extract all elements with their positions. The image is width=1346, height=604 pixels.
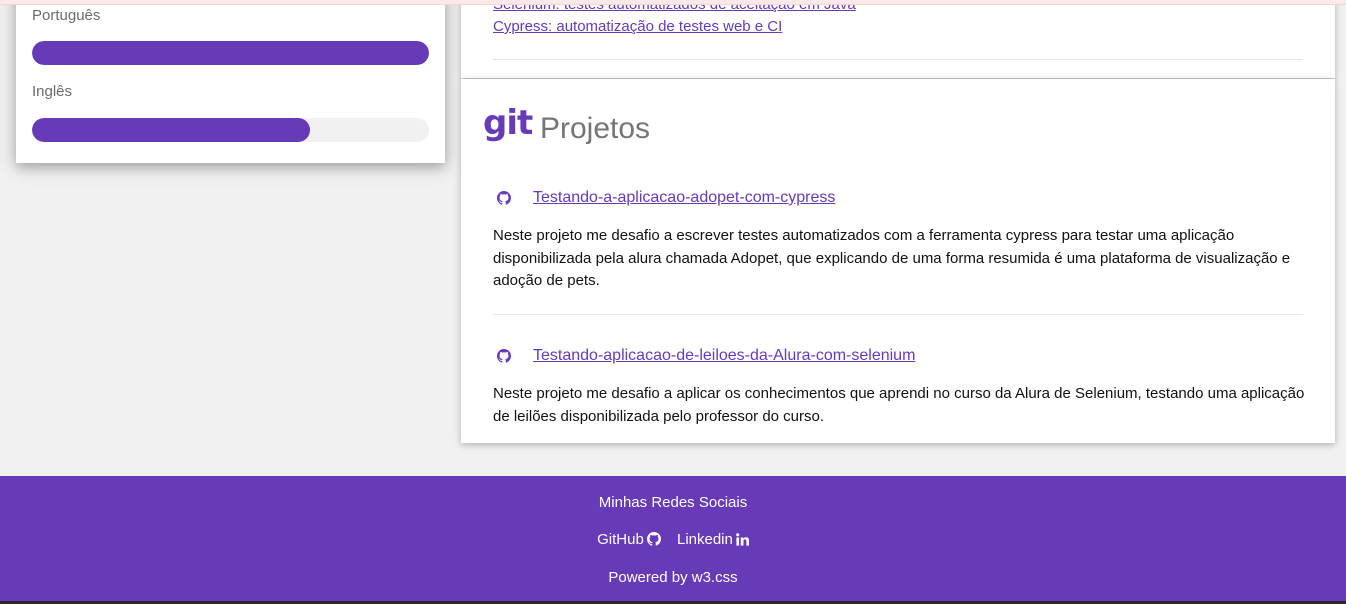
course-link-cypress[interactable]: Cypress: automatização de testes web e C… xyxy=(493,18,782,35)
skill-bar-fill-english xyxy=(32,118,310,142)
powered-by: Powered by w3.css xyxy=(608,569,738,586)
github-link-label: GitHub xyxy=(597,531,644,548)
footer-heading: Minhas Redes Sociais xyxy=(598,494,748,511)
projects-heading: Projetos xyxy=(540,112,651,145)
github-icon xyxy=(497,349,511,363)
divider xyxy=(493,59,1303,60)
project-description-leiloes: Neste projeto me desafio a aplicar os co… xyxy=(493,385,1305,425)
courses-card: Selenium: testes automatizados de aceita… xyxy=(461,0,1335,78)
footer: Minhas Redes Sociais GitHub Linkedin Pow… xyxy=(0,476,1346,601)
language-skills-card: Português Inglês xyxy=(16,0,445,163)
divider xyxy=(493,314,1303,315)
skill-bar-fill-portuguese xyxy=(32,41,429,65)
skill-label-portuguese: Português xyxy=(32,7,101,24)
project-description-adopet: Neste projeto me desafio a escrever test… xyxy=(493,227,1291,289)
projects-card: git Projetos Testando-a-aplicacao-adopet… xyxy=(461,79,1335,443)
github-link[interactable]: GitHub xyxy=(597,531,661,548)
skill-bar-english xyxy=(32,118,429,142)
top-edge-line xyxy=(0,0,1346,5)
linkedin-link[interactable]: Linkedin xyxy=(677,531,749,548)
linkedin-link-label: Linkedin xyxy=(676,531,733,548)
github-icon xyxy=(646,532,661,546)
skill-bar-portuguese xyxy=(32,41,429,65)
project-link-leiloes[interactable]: Testando-aplicacao-de-leiloes-da-Alura-c… xyxy=(533,347,915,365)
social-links: GitHub Linkedin xyxy=(0,531,1346,548)
skill-label-english: Inglês xyxy=(32,83,73,100)
project-link-adopet[interactable]: Testando-a-aplicacao-adopet-com-cypress xyxy=(533,189,835,207)
git-logo: git xyxy=(483,103,533,143)
linkedin-icon xyxy=(736,533,749,546)
github-icon xyxy=(497,191,511,205)
